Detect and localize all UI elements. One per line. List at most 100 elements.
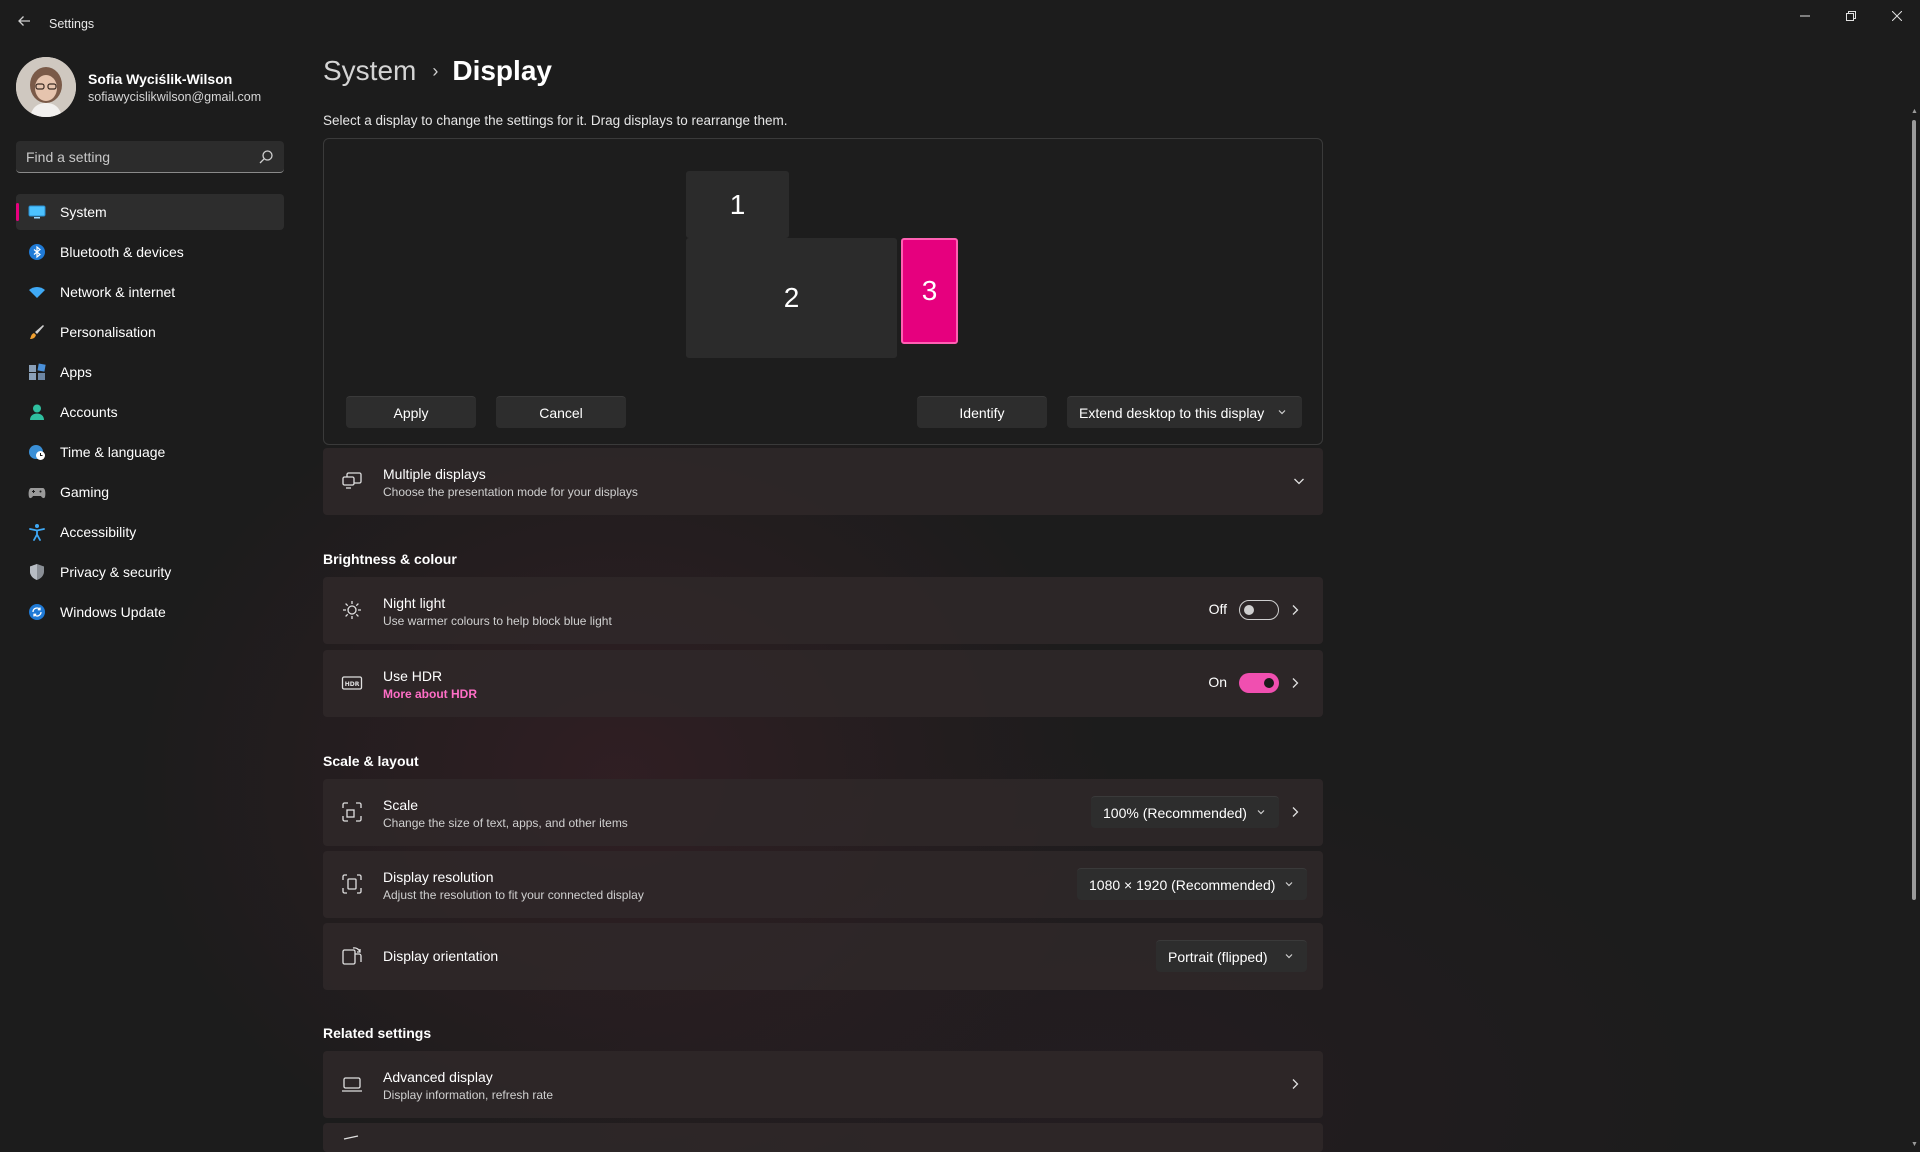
breadcrumb-parent[interactable]: System xyxy=(323,55,416,87)
sidebar-item-label: Apps xyxy=(60,364,92,380)
sidebar-item-windows-update[interactable]: Windows Update xyxy=(16,594,284,630)
laptop-icon xyxy=(341,1073,363,1095)
night-light-state: Off xyxy=(1208,601,1227,617)
chevron-right-icon[interactable] xyxy=(1287,804,1303,820)
display-2[interactable]: 2 xyxy=(686,238,897,358)
sidebar-item-personalisation[interactable]: Personalisation xyxy=(16,314,284,350)
toggle-knob xyxy=(1264,678,1274,688)
breadcrumb-separator: › xyxy=(432,60,439,81)
display-1[interactable]: 1 xyxy=(686,171,789,238)
resolution-value: 1080 × 1920 (Recommended) xyxy=(1089,876,1276,893)
card-title: Display orientation xyxy=(383,948,499,964)
close-button[interactable] xyxy=(1874,0,1920,32)
display-orientation-card[interactable]: Display orientation Portrait (flipped) xyxy=(323,923,1323,990)
chevron-down-icon[interactable] xyxy=(1291,473,1307,489)
accessibility-icon xyxy=(28,523,46,541)
card-title: Display resolution xyxy=(383,869,494,885)
apply-button[interactable]: Apply xyxy=(346,396,476,428)
display-3-selected[interactable]: 3 xyxy=(901,238,958,344)
search-box[interactable] xyxy=(16,141,284,173)
toggle-knob xyxy=(1244,605,1254,615)
sidebar-item-gaming[interactable]: Gaming xyxy=(16,474,284,510)
resolution-dropdown[interactable]: 1080 × 1920 (Recommended) xyxy=(1077,868,1307,900)
hdr-icon: HDR xyxy=(341,672,363,694)
night-light-toggle[interactable] xyxy=(1239,600,1279,620)
restore-button[interactable] xyxy=(1828,0,1874,32)
sidebar-item-accessibility[interactable]: Accessibility xyxy=(16,514,284,550)
sidebar-item-label: Accounts xyxy=(60,404,118,420)
orientation-icon xyxy=(341,945,363,967)
sidebar-item-label: Windows Update xyxy=(60,604,166,620)
sidebar-item-label: System xyxy=(60,204,107,220)
card-title: Advanced display xyxy=(383,1069,493,1085)
cancel-button[interactable]: Cancel xyxy=(496,396,626,428)
resolution-icon xyxy=(341,873,363,895)
chevron-right-icon[interactable] xyxy=(1287,602,1303,618)
chevron-right-icon[interactable] xyxy=(1287,1076,1303,1092)
night-light-card[interactable]: Night light Use warmer colours to help b… xyxy=(323,577,1323,644)
chevron-right-icon[interactable] xyxy=(1287,675,1303,691)
sidebar-item-bluetooth[interactable]: Bluetooth & devices xyxy=(16,234,284,270)
more-about-hdr-link[interactable]: More about HDR xyxy=(383,687,477,701)
search-icon[interactable] xyxy=(258,149,274,165)
sidebar-item-network[interactable]: Network & internet xyxy=(16,274,284,310)
hdr-card[interactable]: HDR Use HDR More about HDR On xyxy=(323,650,1323,717)
sidebar-item-system[interactable]: System xyxy=(16,194,284,230)
apps-icon xyxy=(28,363,46,381)
identify-button[interactable]: Identify xyxy=(917,396,1047,428)
multiple-displays-icon xyxy=(341,470,363,492)
scroll-down-icon[interactable]: ▼ xyxy=(1911,1141,1918,1148)
advanced-display-card[interactable]: Advanced display Display information, re… xyxy=(323,1051,1323,1118)
arrangement-instructions: Select a display to change the settings … xyxy=(323,113,788,128)
vertical-scrollbar[interactable]: ▲ ▼ xyxy=(1910,108,1918,1148)
card-description: Display information, refresh rate xyxy=(383,1088,554,1102)
scroll-up-icon[interactable]: ▲ xyxy=(1911,108,1918,115)
card-title: Scale xyxy=(383,797,419,813)
avatar xyxy=(16,57,76,117)
scale-dropdown[interactable]: 100% (Recommended) xyxy=(1091,796,1279,828)
app-title: Settings xyxy=(49,17,95,31)
chevron-down-icon xyxy=(1285,882,1293,887)
monitor-icon xyxy=(28,203,46,221)
section-heading-scale-layout: Scale & layout xyxy=(323,753,419,769)
restore-icon xyxy=(1846,11,1856,21)
scale-card[interactable]: Scale Change the size of text, apps, and… xyxy=(323,779,1323,846)
display-resolution-card[interactable]: Display resolution Adjust the resolution… xyxy=(323,851,1323,918)
chevron-down-icon xyxy=(1285,954,1293,959)
display-mode-dropdown[interactable]: Extend desktop to this display xyxy=(1067,396,1302,428)
arrow-left-icon xyxy=(18,16,30,26)
back-button[interactable] xyxy=(12,12,36,36)
gamepad-icon xyxy=(28,483,46,501)
section-heading-related: Related settings xyxy=(323,1025,432,1041)
sidebar-item-label: Bluetooth & devices xyxy=(60,244,184,260)
multiple-displays-card[interactable]: Multiple displays Choose the presentatio… xyxy=(323,448,1323,515)
chevron-down-icon xyxy=(1257,810,1265,815)
hdr-state: On xyxy=(1208,674,1227,690)
hdr-toggle[interactable] xyxy=(1239,673,1279,693)
search-input[interactable] xyxy=(26,141,246,172)
sidebar-item-label: Accessibility xyxy=(60,524,137,540)
brush-icon xyxy=(28,323,46,341)
card-title: Use HDR xyxy=(383,668,443,684)
profile-email: sofiawycislikwilson@gmail.com xyxy=(88,90,262,104)
scrollbar-thumb[interactable] xyxy=(1912,120,1916,900)
svg-text:HDR: HDR xyxy=(345,681,360,688)
card-title: Multiple displays xyxy=(383,466,486,482)
update-icon xyxy=(28,603,46,621)
chevron-down-icon xyxy=(1278,410,1286,415)
card-description: Use warmer colours to help block blue li… xyxy=(383,614,612,628)
wifi-icon xyxy=(28,283,46,301)
display-arrangement-panel: 1 2 3 Apply Cancel Identify Extend deskt… xyxy=(323,138,1323,445)
sidebar-item-label: Personalisation xyxy=(60,324,156,340)
sidebar-item-time-language[interactable]: Time & language xyxy=(16,434,284,470)
sidebar-item-apps[interactable]: Apps xyxy=(16,354,284,390)
title-bar: Settings xyxy=(0,0,1920,48)
minimize-button[interactable] xyxy=(1782,0,1828,32)
sidebar-item-label: Network & internet xyxy=(60,284,176,300)
user-profile[interactable]: Sofia Wyciślik-Wilson sofiawycislikwilso… xyxy=(16,57,286,117)
next-settings-card-partial[interactable] xyxy=(323,1123,1323,1152)
sidebar-item-privacy-security[interactable]: Privacy & security xyxy=(16,554,284,590)
card-description: Choose the presentation mode for your di… xyxy=(383,485,638,499)
orientation-dropdown[interactable]: Portrait (flipped) xyxy=(1156,940,1307,972)
sidebar-item-accounts[interactable]: Accounts xyxy=(16,394,284,430)
